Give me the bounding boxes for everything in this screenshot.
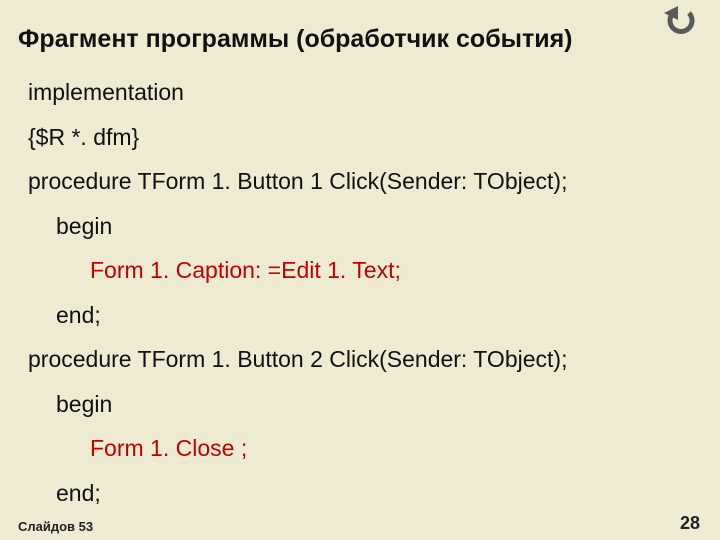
code-line: begin xyxy=(28,382,692,427)
return-arrow-icon[interactable] xyxy=(664,6,698,36)
code-line: procedure TForm 1. Button 1 Click(Sender… xyxy=(28,159,692,204)
code-block: implementation {$R *. dfm} procedure TFo… xyxy=(28,70,692,515)
code-line-highlight: Form 1. Caption: =Edit 1. Text; xyxy=(28,248,692,293)
code-line: procedure TForm 1. Button 2 Click(Sender… xyxy=(28,337,692,382)
code-line: begin xyxy=(28,204,692,249)
slide-title: Фрагмент программы (обработчик события) xyxy=(18,24,573,54)
footer-slide-count: Слайдов 53 xyxy=(18,519,93,534)
code-line: end; xyxy=(28,293,692,338)
slide: Фрагмент программы (обработчик события) … xyxy=(0,0,720,540)
code-line-highlight: Form 1. Close ; xyxy=(28,426,692,471)
code-line: implementation xyxy=(28,70,692,115)
page-number: 28 xyxy=(680,513,700,534)
code-line: {$R *. dfm} xyxy=(28,115,692,160)
code-line: end; xyxy=(28,471,692,516)
